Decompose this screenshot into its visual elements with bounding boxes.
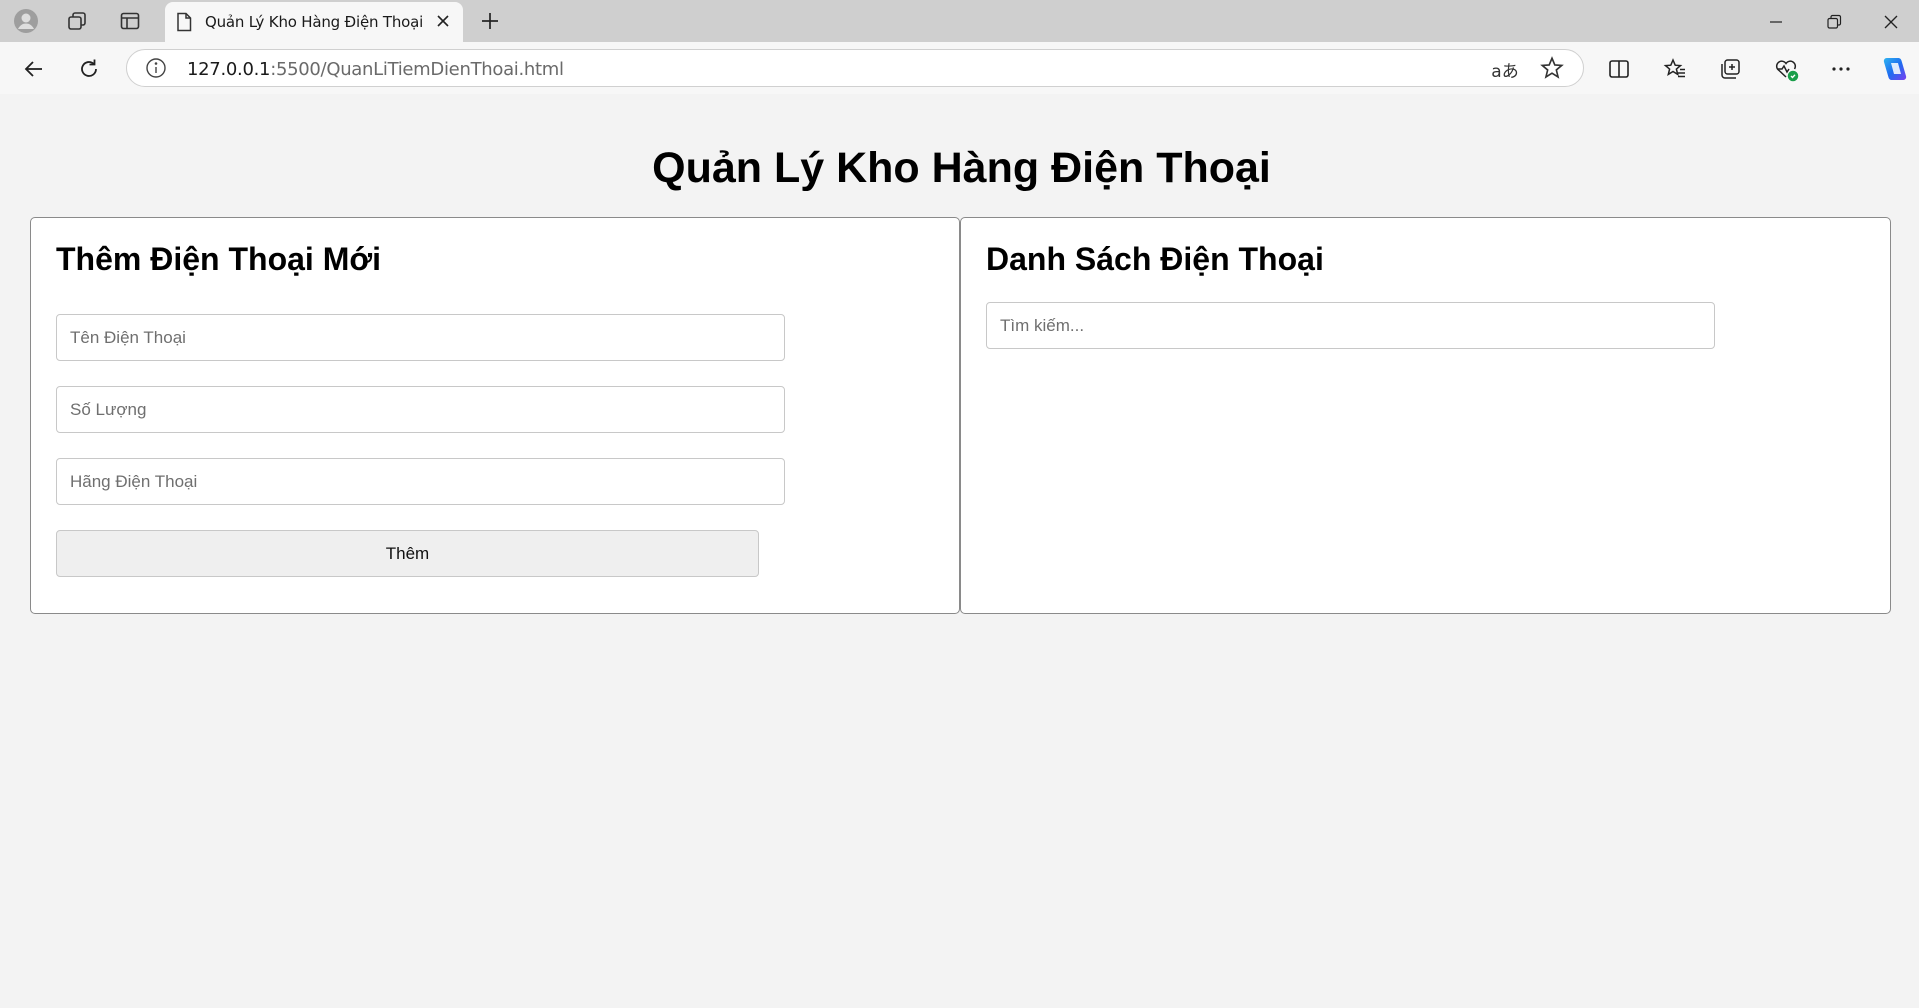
restore-icon[interactable] [1820,8,1848,36]
refresh-icon[interactable] [74,54,104,84]
phone-name-input[interactable] [56,314,785,361]
phone-list [986,348,1865,593]
address-bar[interactable]: 127.0.0.1:5500/QuanLiTiemDienThoai.html … [126,49,1584,87]
plus-icon[interactable] [476,7,504,35]
tab-title: Quản Lý Kho Hàng Điện Thoại [205,13,424,31]
search-input[interactable] [986,302,1715,349]
url-path: :5500/QuanLiTiemDienThoai.html [270,59,564,80]
star-icon[interactable] [1539,55,1565,86]
quantity-input[interactable] [56,386,785,433]
copilot-icon[interactable] [1880,54,1910,84]
read-aloud-icon[interactable]: aあ [1491,56,1519,82]
close-icon[interactable] [433,11,453,36]
add-phone-panel: Thêm Điện Thoại Mới Thêm [30,217,960,614]
split-screen-icon[interactable] [1604,54,1634,84]
add-phone-heading: Thêm Điện Thoại Mới [56,241,381,277]
url-text[interactable]: 127.0.0.1:5500/QuanLiTiemDienThoai.html [187,59,564,80]
browser-essentials-icon[interactable] [1771,54,1801,84]
page-title: Quản Lý Kho Hàng Điện Thoại [652,144,1271,192]
workspaces-icon[interactable] [63,7,91,35]
info-icon[interactable] [145,57,167,84]
url-host: 127.0.0.1 [187,59,271,80]
favorites-icon[interactable] [1660,54,1690,84]
page-icon [175,12,193,37]
profile-icon[interactable] [12,7,40,35]
back-icon[interactable] [19,54,49,84]
browser-tab-strip: Quản Lý Kho Hàng Điện Thoại [0,0,1919,42]
collections-icon[interactable] [1715,54,1745,84]
brand-input[interactable] [56,458,785,505]
more-icon[interactable] [1826,54,1856,84]
browser-toolbar: 127.0.0.1:5500/QuanLiTiemDienThoai.html … [0,42,1919,94]
page-content: Quản Lý Kho Hàng Điện Thoại Thêm Điện Th… [4,94,1919,1008]
window-close-icon[interactable] [1877,8,1905,36]
browser-tab[interactable]: Quản Lý Kho Hàng Điện Thoại [165,2,463,42]
tab-actions-icon[interactable] [116,7,144,35]
phone-list-heading: Danh Sách Điện Thoại [986,241,1324,277]
add-button[interactable]: Thêm [56,530,759,577]
phone-list-panel: Danh Sách Điện Thoại [960,217,1891,614]
minimize-icon[interactable] [1762,8,1790,36]
